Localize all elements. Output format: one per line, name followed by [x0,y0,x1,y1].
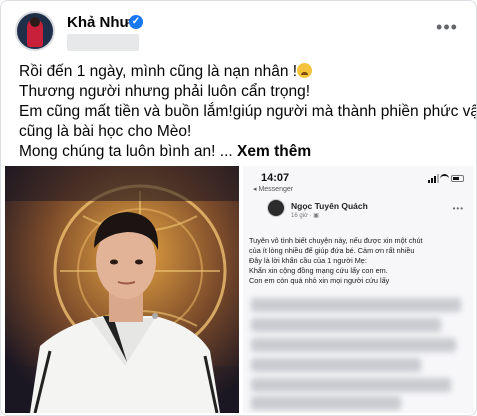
photo-grid: 14:07 ◂ Messenger Ngọc Tuyên Quách 16 gi… [5,166,474,413]
avatar[interactable] [15,11,55,51]
screenshot-line: Đây là lời khẩn cầu của 1 người Mẹ: [249,256,367,265]
blurred-content [251,298,461,312]
status-icons [428,174,464,183]
photo-man-on-stage[interactable] [5,166,239,413]
author-name[interactable]: Khả Như [67,14,130,31]
wifi-icon [440,174,449,182]
post-line: Em cũng mất tiền và buồn lắm!giúp người … [19,103,477,120]
screenshot-post-time: 16 giờ · ▣ [291,213,319,219]
facebook-post: Khả Như ✓ ••• Rồi đến 1 ngày, mình cũng … [0,0,477,416]
post-header: Khả Như ✓ ••• [15,11,465,55]
blurred-content [251,338,456,352]
back-to-messenger-link: ◂ Messenger [253,186,294,193]
screenshot-line: của ít lòng nhiều để giúp đứa bé. Cảm ơn… [249,246,415,255]
battery-icon [451,175,464,182]
screenshot-line: Con em còn quá nhỏ xin mọi người cứu lấy [249,276,390,285]
post-line: Rồi đến 1 ngày, mình cũng là nạn nhân ! [19,62,464,82]
post-meta-blurred [67,34,139,51]
blurred-content [251,396,401,410]
man-on-stage-illustration [5,166,239,413]
more-options-button[interactable]: ••• [431,13,463,45]
signal-bars-icon [428,174,439,183]
verified-badge-icon: ✓ [129,15,143,29]
screenshot-avatar [267,199,285,217]
screenshot-post-text: Tuyên vô tình biết chuyện này, nếu được … [249,236,469,286]
avatar-head [30,17,40,27]
sad-face-emoji-icon [297,63,313,78]
post-line: cũng là bài học cho Mèo! [19,123,192,140]
screenshot-author: Ngọc Tuyên Quách [291,201,368,211]
blurred-content [251,358,421,372]
screenshot-line: Tuyên vô tình biết chuyện này, nếu được … [249,236,423,245]
post-line: Mong chúng ta luôn bình an! ... Xem thêm [19,143,312,160]
screenshot-line: Khẩn xin cộng đồng mạng cứu lấy con em. [249,266,388,275]
post-line: Thương người nhưng phải luôn cẩn trọng! [19,83,311,100]
status-bar-time: 14:07 [261,172,290,184]
blurred-content [251,318,441,332]
post-text: Rồi đến 1 ngày, mình cũng là nạn nhân ! … [19,62,477,162]
see-more-link[interactable]: Xem thêm [237,143,311,160]
photo-phone-screenshot[interactable]: 14:07 ◂ Messenger Ngọc Tuyên Quách 16 gi… [243,166,474,413]
blurred-content [251,378,451,392]
screenshot-more-icon: ••• [452,204,464,213]
